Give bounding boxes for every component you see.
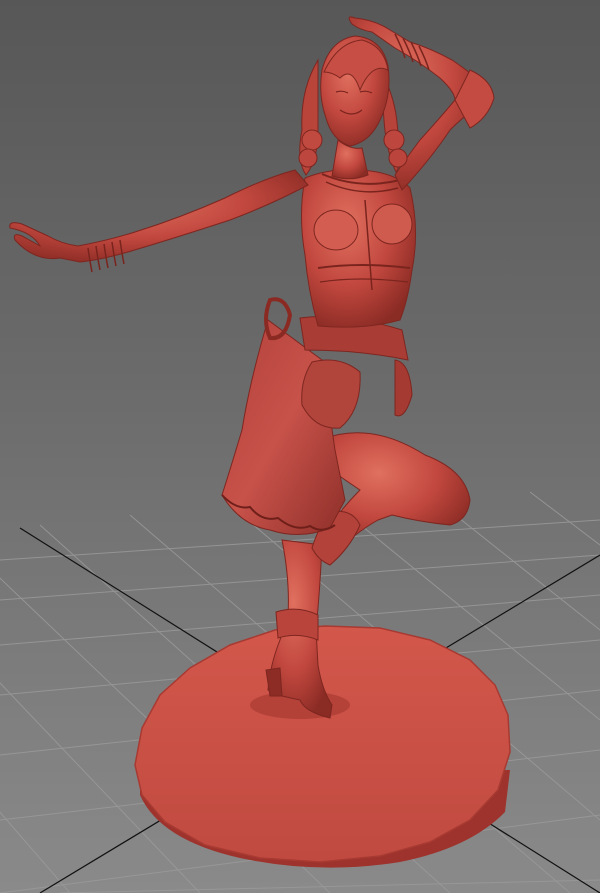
3d-viewport[interactable] [0, 0, 600, 893]
pedestal-base[interactable] [134, 625, 511, 868]
viewport-canvas[interactable] [0, 0, 600, 893]
figurine-model[interactable] [9, 16, 495, 719]
